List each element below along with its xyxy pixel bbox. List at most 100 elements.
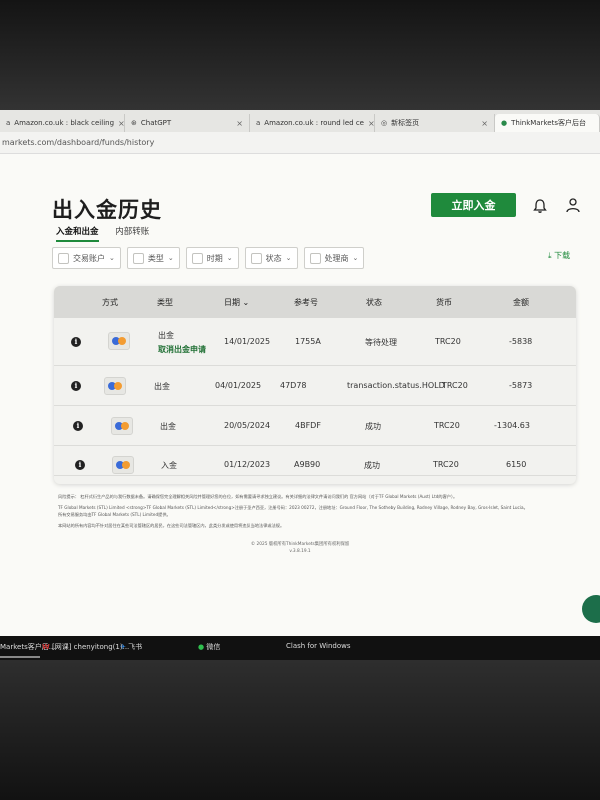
filter-label: 处理商	[324, 253, 349, 263]
browser-tab-label: Amazon.co.uk : black ceiling	[14, 119, 115, 127]
copyright: © 2025 版权所有ThinkMarkets集团所有权利保留 v.3.8.19…	[200, 541, 400, 555]
browser-tab[interactable]: a Amazon.co.uk : black ceiling ×	[0, 114, 125, 132]
close-icon[interactable]: ×	[368, 119, 374, 128]
risk-warning: 风险提示： 杠杆式衍生产品的与我行数据未备。请确保您完全理解相关风险并管理好您的…	[58, 494, 458, 499]
monitor-bezel-top	[0, 0, 600, 110]
amazon-icon: a	[6, 119, 11, 127]
date-cell: 14/01/2025	[224, 337, 271, 346]
browser-tab[interactable]: ⊛ ChatGPT ×	[125, 114, 250, 132]
close-icon[interactable]: ×	[481, 119, 488, 128]
chrome-icon: ◎	[381, 119, 388, 127]
info-icon[interactable]: i	[71, 381, 81, 391]
cancel-withdrawal-link[interactable]: 取消出金申请	[158, 344, 206, 355]
date-cell: 04/01/2025	[215, 381, 262, 390]
checkbox-icon	[58, 252, 69, 264]
info-icon[interactable]: i	[75, 460, 85, 470]
chevron-down-icon: ⌄	[167, 254, 174, 262]
monitor-bezel-bottom	[0, 660, 600, 800]
table-header: 方式 类型 日期 ⌄ 参考号 状态 货币 金额	[54, 286, 576, 318]
bell-icon[interactable]	[532, 198, 548, 214]
amount-cell: -5838	[509, 337, 533, 346]
table-row[interactable]: i 出金 20/05/2024 4BFDF 成功 TRC20 -1304.63	[54, 406, 576, 446]
taskbar: Markets客户后... W [网课] chenyitong(1)... ✈ …	[0, 636, 600, 660]
date-cell: 20/05/2024	[224, 421, 271, 430]
amount-cell: 6150	[506, 460, 527, 469]
status-cell: transaction.status.HOLD	[347, 381, 445, 390]
subtab-bar: 入金和出金 内部转账	[56, 225, 163, 242]
browser-tab-bar: a Amazon.co.uk : black ceiling × ⊛ ChatG…	[0, 110, 600, 132]
tab-internal-transfer[interactable]: 内部转账	[115, 227, 149, 237]
taskbar-item[interactable]: W [网课] chenyitong(1)...	[42, 642, 129, 652]
browser-tab-label: ThinkMarkets客户后台	[511, 119, 586, 127]
amount-cell: -1304.63	[494, 421, 530, 430]
taskbar-item-label: 飞书	[128, 643, 143, 651]
status-cell: 成功	[364, 461, 380, 470]
date-cell: 01/12/2023	[224, 460, 271, 469]
amazon-icon: a	[256, 119, 261, 127]
table-row[interactable]: i 入金 01/12/2023 A9B90 成功 TRC20 6150	[54, 446, 576, 484]
filter-trading-account[interactable]: 交易账户 ⌄	[52, 247, 121, 269]
version-text: v.3.8.19.1	[289, 549, 311, 554]
table-row[interactable]: i 出金 取消出金申请 14/01/2025 1755A 等待处理 TRC20 …	[54, 318, 576, 366]
type-cell: 出金	[158, 331, 174, 340]
user-icon[interactable]	[565, 197, 581, 213]
checkbox-icon	[250, 252, 262, 264]
taskbar-item-label: 微信	[206, 643, 221, 651]
reference-cell: A9B90	[294, 460, 321, 469]
column-header-reference: 参考号	[294, 298, 318, 307]
tab-deposit-withdrawal[interactable]: 入金和出金	[56, 227, 99, 242]
wps-icon: W	[42, 643, 50, 651]
filter-period[interactable]: 时期 ⌄	[185, 247, 239, 269]
chevron-down-icon: ⌄	[226, 254, 233, 262]
table-row[interactable]: i 出金 04/01/2025 47D78 transaction.status…	[54, 366, 576, 406]
column-header-date[interactable]: 日期 ⌄	[224, 297, 249, 308]
column-header-amount: 金额	[513, 298, 529, 307]
filter-bar: 交易账户 ⌄ 类型 ⌄ 时期 ⌄ 状态 ⌄ 处理商 ⌄	[52, 247, 365, 269]
filter-label: 时期	[206, 253, 223, 263]
jurisdiction-note: 本网站的所有内容均不针对居住在某些司法管辖区的居民，在这些司法管辖区内，此类分发…	[58, 523, 285, 528]
filter-type[interactable]: 类型 ⌄	[126, 247, 180, 269]
info-icon[interactable]: i	[71, 337, 81, 347]
download-button[interactable]: ⤓ 下载	[548, 250, 570, 261]
browser-window: a Amazon.co.uk : black ceiling × ⊛ ChatG…	[0, 110, 600, 660]
taskbar-active-indicator	[0, 656, 40, 658]
history-table: 方式 类型 日期 ⌄ 参考号 状态 货币 金额 i 出金 取消出金申请 14/0…	[54, 286, 576, 484]
reference-cell: 47D78	[280, 381, 307, 390]
crypto-coin-icon	[111, 417, 133, 435]
column-header-type: 类型	[157, 298, 173, 307]
filter-label: 类型	[147, 253, 164, 263]
currency-cell: TRC20	[435, 337, 461, 346]
currency-cell: TRC20	[434, 421, 460, 430]
deposit-button[interactable]: 立即入金	[431, 193, 516, 217]
browser-tab-active[interactable]: ● ThinkMarkets客户后台	[495, 114, 600, 132]
chevron-down-icon: ⌄	[109, 254, 115, 262]
column-header-status: 状态	[366, 298, 382, 307]
copyright-text: © 2025 版权所有ThinkMarkets集团所有权利保留	[250, 542, 350, 547]
taskbar-item[interactable]: ● 微信	[198, 642, 220, 652]
taskbar-item[interactable]: Clash for Windows	[286, 642, 351, 650]
filter-label: 交易账户	[73, 253, 105, 263]
reference-cell: 1755A	[295, 337, 321, 346]
info-icon[interactable]: i	[73, 421, 83, 431]
chevron-down-icon: ⌄	[352, 254, 359, 262]
close-icon[interactable]: ×	[236, 119, 243, 128]
close-icon[interactable]: ×	[118, 119, 124, 128]
filter-processor[interactable]: 处理商 ⌄	[303, 247, 365, 269]
chevron-down-icon: ⌄	[242, 298, 250, 307]
crypto-coin-icon	[104, 377, 126, 395]
type-cell: 入金	[161, 461, 177, 470]
browser-tab-label: ChatGPT	[140, 119, 172, 127]
filter-status[interactable]: 状态 ⌄	[244, 247, 298, 269]
download-icon: ⤓	[548, 251, 552, 260]
checkbox-icon	[309, 252, 321, 264]
chat-support-icon[interactable]	[582, 595, 600, 623]
browser-tab[interactable]: a Amazon.co.uk : round led ce ×	[250, 114, 375, 132]
type-cell: 出金	[154, 382, 170, 391]
legal-footer: 风险提示： 杠杆式衍生产品的与我行数据未备。请确保您完全理解相关风险并管理好您的…	[58, 493, 528, 533]
feishu-icon: ✈	[120, 643, 126, 651]
filter-label: 状态	[265, 253, 282, 263]
taskbar-item[interactable]: ✈ 飞书	[120, 642, 142, 652]
browser-tab-label: Amazon.co.uk : round led ce	[264, 119, 364, 127]
address-bar[interactable]: markets.com/dashboard/funds/history	[0, 132, 600, 154]
browser-tab[interactable]: ◎ 新标签页 ×	[375, 114, 495, 132]
